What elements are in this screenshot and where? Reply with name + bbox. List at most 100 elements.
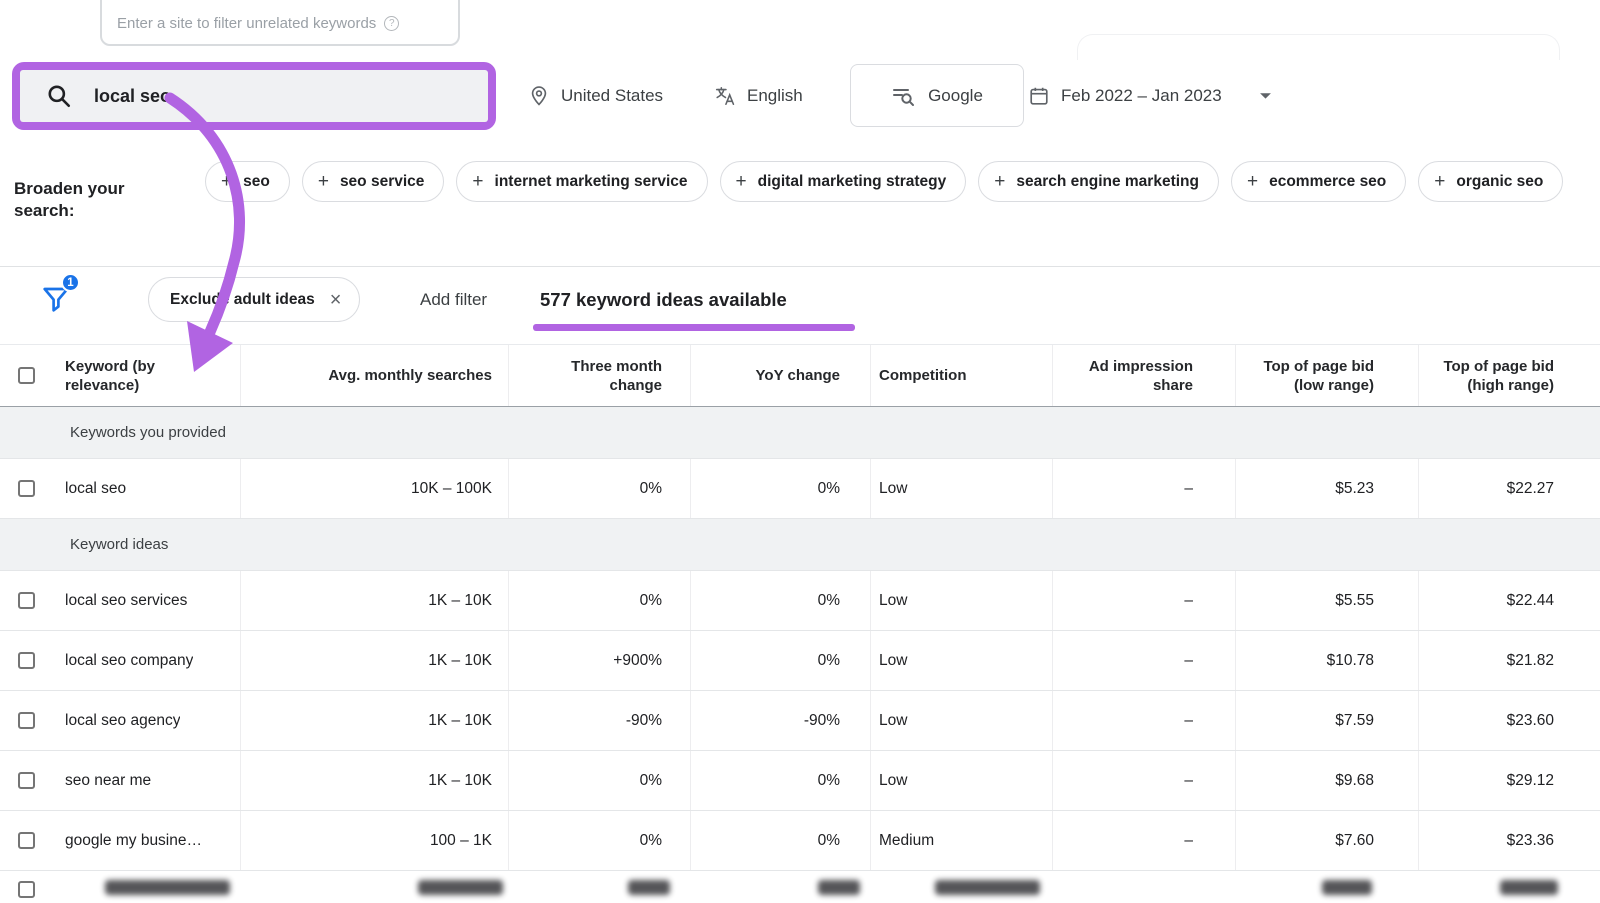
cell-high: $22.27	[1418, 459, 1600, 518]
exclude-adult-ideas-chip[interactable]: Exclude adult ideas ×	[148, 277, 360, 322]
cell-ais: –	[1052, 811, 1235, 870]
language-selector[interactable]: English	[714, 81, 803, 111]
cell-tmc: +900%	[508, 631, 690, 690]
chip-label: organic seo	[1456, 173, 1543, 191]
cell-comp: Low	[870, 571, 1052, 630]
ideas-count: 577 keyword ideas available	[540, 268, 787, 332]
cell-ais: –	[1052, 571, 1235, 630]
cell-yoy: 0%	[690, 571, 870, 630]
keyword-cell: google my busine…	[0, 811, 240, 870]
keyword-text: local seo company	[65, 652, 193, 670]
cell-vol: 10K – 100K	[240, 459, 508, 518]
cell-low: $7.60	[1235, 811, 1418, 870]
table-body: Keywords you providedlocal seo10K – 100K…	[0, 407, 1600, 871]
plus-icon: +	[994, 171, 1005, 193]
table-row: local seo services1K – 10K0%0%Low–$5.55$…	[0, 571, 1600, 631]
keyword-cell: local seo services	[0, 571, 240, 630]
cell-yoy: 0%	[690, 751, 870, 810]
cell-vol: 1K – 10K	[240, 631, 508, 690]
network-selector[interactable]: Google	[850, 64, 1024, 127]
table-row: google my busine…100 – 1K0%0%Medium–$7.6…	[0, 811, 1600, 871]
blurred-text	[628, 880, 670, 895]
blurred-text	[418, 880, 503, 895]
row-checkbox[interactable]	[18, 652, 35, 669]
close-icon[interactable]: ×	[330, 290, 342, 310]
broaden-chips: +seo+seo service+internet marketing serv…	[205, 161, 1565, 202]
cell-comp: Low	[870, 459, 1052, 518]
cell-tmc: 0%	[508, 459, 690, 518]
filter-funnel-button[interactable]: 1	[40, 283, 74, 317]
keyword-text: local seo services	[65, 592, 187, 610]
cell-ais: –	[1052, 459, 1235, 518]
date-range-selector[interactable]: Feb 2022 – Jan 2023	[1028, 81, 1272, 111]
cell-high: $23.60	[1418, 691, 1600, 750]
header-three-month-change: Three month change	[508, 345, 690, 406]
partial-row-blurred	[0, 871, 1600, 903]
table-header-row: Keyword (by relevance) Avg. monthly sear…	[0, 344, 1600, 407]
cell-low: $9.68	[1235, 751, 1418, 810]
date-range-label: Feb 2022 – Jan 2023	[1061, 86, 1222, 106]
keyword-cell: seo near me	[0, 751, 240, 810]
cell-tmc: 0%	[508, 811, 690, 870]
chip-label: seo	[243, 173, 270, 191]
cell-high: $23.36	[1418, 811, 1600, 870]
table-row: local seo agency1K – 10K-90%-90%Low–$7.5…	[0, 691, 1600, 751]
section-divider	[0, 266, 1600, 267]
broaden-chip-internet-marketing-service[interactable]: +internet marketing service	[456, 161, 707, 202]
location-pin-icon	[528, 85, 550, 107]
broaden-chip-ecommerce-seo[interactable]: +ecommerce seo	[1231, 161, 1406, 202]
row-checkbox[interactable]	[18, 480, 35, 497]
site-filter-placeholder: Enter a site to filter unrelated keyword…	[117, 15, 399, 32]
row-checkbox[interactable]	[18, 832, 35, 849]
calendar-icon	[1028, 85, 1050, 107]
row-checkbox[interactable]	[18, 772, 35, 789]
header-top-of-page-bid-high: Top of page bid (high range)	[1418, 345, 1600, 406]
keyword-cell: local seo agency	[0, 691, 240, 750]
blurred-text	[1500, 880, 1558, 895]
chip-label: search engine marketing	[1016, 173, 1199, 191]
translate-icon	[714, 85, 736, 107]
add-filter-button[interactable]: Add filter	[420, 268, 487, 332]
keyword-cell: local seo company	[0, 631, 240, 690]
filter-count-badge: 1	[61, 273, 80, 292]
cell-ais: –	[1052, 751, 1235, 810]
cell-vol: 1K – 10K	[240, 751, 508, 810]
filter-bar: 1 Exclude adult ideas × Add filter 577 k…	[0, 268, 1600, 344]
keyword-cell: local seo	[0, 459, 240, 518]
cell-vol: 100 – 1K	[240, 811, 508, 870]
cell-yoy: 0%	[690, 631, 870, 690]
location-selector[interactable]: United States	[528, 81, 663, 111]
broaden-chip-search-engine-marketing[interactable]: + search engine marketing	[978, 161, 1219, 202]
broaden-chip-digital-marketing-strategy[interactable]: +digital marketing strategy	[720, 161, 967, 202]
plus-icon: +	[318, 171, 329, 193]
broaden-search-label: Broaden your search:	[14, 178, 159, 222]
chevron-down-icon[interactable]	[1259, 92, 1272, 101]
broaden-chip-seo[interactable]: +seo	[205, 161, 290, 202]
select-all-checkbox[interactable]	[18, 367, 35, 384]
cell-vol: 1K – 10K	[240, 691, 508, 750]
broaden-chip-organic-seo[interactable]: + organic seo	[1418, 161, 1563, 202]
row-checkbox[interactable]	[18, 712, 35, 729]
keyword-search-input[interactable]: local seo	[20, 70, 488, 122]
exclude-chip-label: Exclude adult ideas	[170, 291, 315, 309]
row-checkbox[interactable]	[18, 592, 35, 609]
broaden-chip-seo-service[interactable]: + seo service	[302, 161, 445, 202]
cell-comp: Low	[870, 691, 1052, 750]
blurred-text	[105, 880, 230, 895]
search-network-icon	[891, 84, 915, 108]
table-section-label: Keyword ideas	[0, 519, 1600, 571]
cell-tmc: -90%	[508, 691, 690, 750]
blurred-text	[935, 880, 1040, 895]
cell-ais: –	[1052, 691, 1235, 750]
language-label: English	[747, 86, 803, 106]
cell-yoy: 0%	[690, 459, 870, 518]
blurred-text	[1322, 880, 1372, 895]
plus-icon: +	[1434, 171, 1445, 193]
keyword-table: Keyword (by relevance) Avg. monthly sear…	[0, 344, 1600, 903]
keyword-search-highlight: local seo	[12, 62, 496, 130]
cell-low: $10.78	[1235, 631, 1418, 690]
top-right-card-edge	[1077, 34, 1560, 60]
chip-label: seo service	[340, 173, 424, 191]
search-icon	[46, 83, 72, 109]
row-checkbox[interactable]	[18, 881, 35, 898]
